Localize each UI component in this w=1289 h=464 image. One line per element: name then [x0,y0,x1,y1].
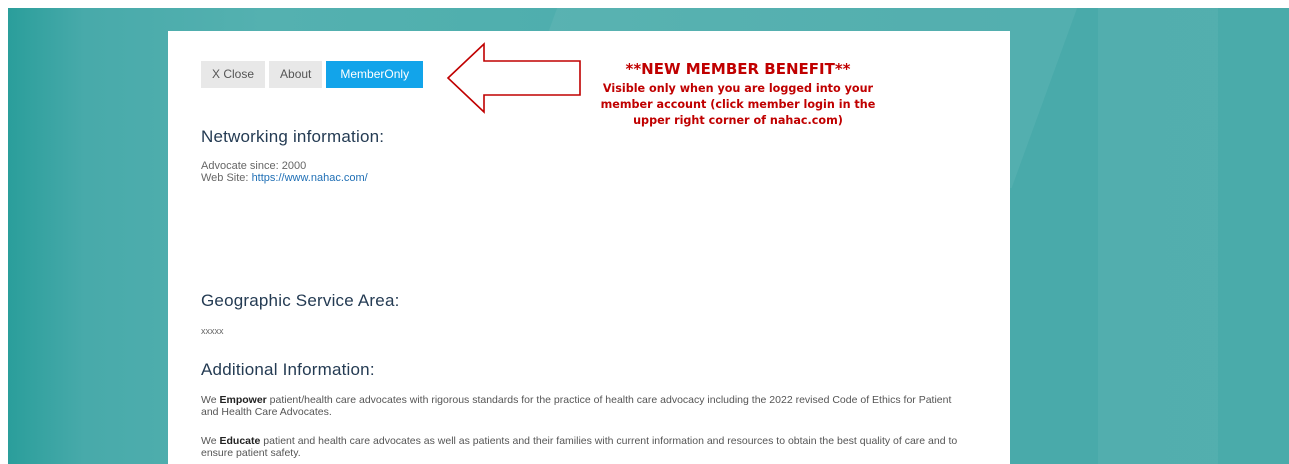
new-member-benefit-callout: **NEW MEMBER BENEFIT** Visible only when… [598,60,878,129]
modal-tabs: X Close About MemberOnly [201,61,424,88]
educate-paragraph: We Educate patient and health care advoc… [201,435,971,459]
callout-line: upper right corner of nahac.com) [633,114,843,127]
website-link[interactable]: https://www.nahac.com/ [252,172,368,184]
close-button[interactable]: X Close [201,61,266,88]
tab-about[interactable]: About [269,61,323,88]
paragraph-text: patient/health care advocates with rigor… [201,394,952,418]
paragraph-lead: We [201,435,220,447]
geographic-value: xxxxx [201,326,224,336]
tab-member-only[interactable]: MemberOnly [326,61,424,88]
educate-bold: Educate [219,435,261,447]
background-shape [1098,8,1218,464]
networking-heading: Networking information: [201,127,385,146]
website-row: Web Site: https://www.nahac.com/ [201,173,368,184]
additional-heading: Additional Information: [201,360,375,379]
paragraph-lead: We [201,394,220,406]
callout-line: Visible only when you are logged into yo… [602,82,874,95]
advocate-since-text: Advocate since: 2000 [201,160,307,172]
website-label: Web Site: [201,172,249,184]
member-profile-modal: X Close About MemberOnly Networking info… [168,31,1010,464]
empower-paragraph: We Empower patient/health care advocates… [201,394,971,418]
empower-bold: Empower [219,394,267,406]
callout-title: **NEW MEMBER BENEFIT** [625,60,851,78]
callout-body: Visible only when you are logged into yo… [598,81,878,129]
geographic-heading: Geographic Service Area: [201,291,400,310]
callout-line: member account (click member login in th… [600,98,876,111]
left-arrow-outline-icon [446,42,581,114]
paragraph-text: patient and health care advocates as wel… [201,435,958,459]
